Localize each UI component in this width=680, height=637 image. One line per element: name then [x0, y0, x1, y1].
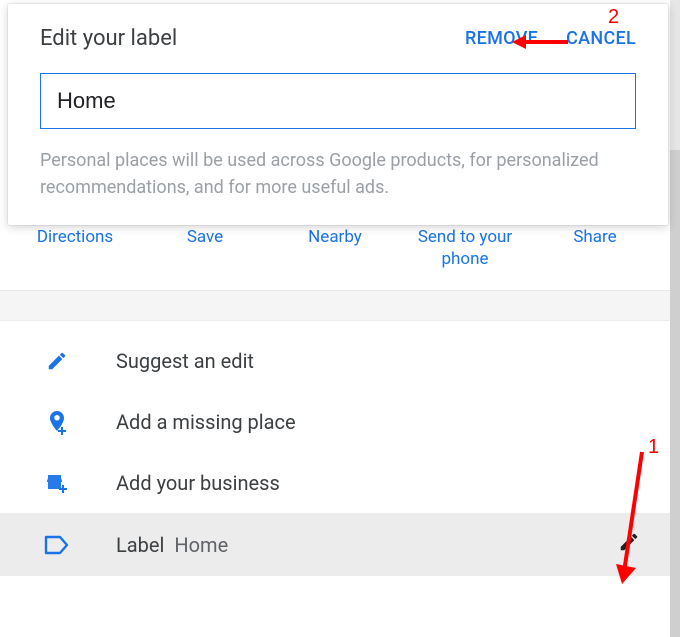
add-missing-place-row[interactable]: Add a missing place — [0, 391, 670, 453]
chip-label: Directions — [37, 226, 113, 248]
chip-label: Send to your phone — [405, 226, 525, 270]
store-plus-icon — [40, 471, 74, 495]
suggest-edit-row[interactable]: Suggest an edit — [0, 331, 670, 391]
place-actions-list: Suggest an edit Add a missing place Add … — [0, 321, 670, 513]
chip-label: Nearby — [308, 226, 362, 248]
label-row[interactable]: Label Home — [0, 513, 670, 576]
edit-label-dialog: Edit your label REMOVE CANCEL Personal p… — [8, 4, 668, 225]
remove-button[interactable]: REMOVE — [465, 28, 538, 49]
chip-label: Save — [187, 226, 223, 248]
dialog-title: Edit your label — [40, 26, 177, 51]
label-row-title: Label — [116, 533, 164, 557]
cancel-button[interactable]: CANCEL — [566, 28, 636, 49]
label-input[interactable] — [40, 73, 636, 129]
pin-plus-icon — [40, 409, 74, 435]
pencil-icon — [618, 531, 640, 553]
add-business-row[interactable]: Add your business — [0, 453, 670, 513]
annotation-number: 1 — [648, 436, 659, 459]
annotation-number: 2 — [608, 6, 619, 29]
label-row-value: Home — [174, 533, 228, 557]
pencil-icon — [40, 350, 74, 372]
scrollbar[interactable] — [670, 150, 680, 637]
label-tag-icon — [40, 534, 74, 556]
list-item-label: Add your business — [116, 471, 280, 495]
chip-label: Share — [573, 226, 616, 248]
list-item-label: Add a missing place — [116, 410, 296, 434]
edit-label-button[interactable] — [618, 531, 640, 558]
list-item-label: Suggest an edit — [116, 349, 254, 373]
dialog-note: Personal places will be used across Goog… — [40, 147, 636, 201]
